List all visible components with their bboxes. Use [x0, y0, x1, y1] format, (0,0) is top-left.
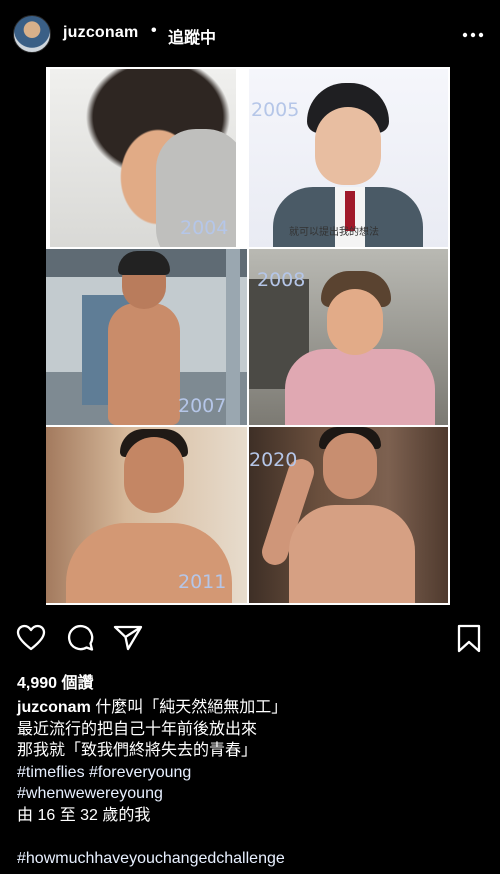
comment-icon[interactable] [66, 624, 94, 652]
send-icon[interactable] [113, 625, 143, 651]
year-label: 2008 [257, 269, 306, 291]
bookmark-icon[interactable] [456, 624, 482, 654]
photo-2004: 2004 [50, 69, 236, 247]
hashtag-line[interactable]: #whenwewereyoung [17, 783, 487, 805]
photo-2005: 2005 就可以提出我的想法 [249, 69, 448, 247]
year-label: 2004 [180, 217, 229, 239]
action-bar [0, 620, 500, 660]
separator-dot: • [151, 22, 157, 39]
photo-2008: 2008 [249, 249, 448, 425]
like-count[interactable]: 4,990 個讚 [17, 669, 94, 693]
post-header: juzconam • 追蹤中 [0, 0, 500, 68]
caption: juzconam 什麼叫「純天然絕無加工」 最近流行的把自己十年前後放出來 那我… [17, 697, 487, 869]
photo-2020: 2020 [249, 427, 448, 603]
post-image[interactable]: 2004 2005 就可以提出我的想法 2007 2008 2011 2020 [46, 67, 450, 605]
year-label: 2020 [249, 449, 298, 471]
avatar[interactable] [13, 15, 51, 53]
hashtag-line[interactable]: #howmuchhaveyouchangedchallenge [17, 848, 487, 870]
year-label: 2005 [251, 99, 300, 121]
hashtag-line[interactable]: #timeflies #foreveryoung [17, 762, 487, 784]
video-subtitle: 就可以提出我的想法 [289, 227, 379, 238]
year-label: 2007 [178, 395, 227, 417]
caption-text: 什麼叫「純天然絕無加工」 [90, 699, 288, 716]
caption-username[interactable]: juzconam [17, 699, 91, 716]
follow-status[interactable]: 追蹤中 [168, 24, 216, 48]
caption-line: 那我就「致我們終將失去的青春」 [17, 742, 258, 759]
username[interactable]: juzconam [63, 24, 138, 42]
photo-2011: 2011 [46, 427, 247, 603]
caption-line: 由 16 至 32 歲的我 [17, 806, 151, 824]
heart-icon[interactable] [16, 624, 46, 652]
photo-2007: 2007 [46, 249, 247, 425]
year-label: 2011 [178, 571, 227, 593]
caption-line: 最近流行的把自己十年前後放出來 [17, 720, 258, 738]
caption-line: juzconam 什麼叫「純天然絕無加工」 [17, 697, 487, 719]
more-horizontal-icon[interactable] [462, 31, 484, 39]
